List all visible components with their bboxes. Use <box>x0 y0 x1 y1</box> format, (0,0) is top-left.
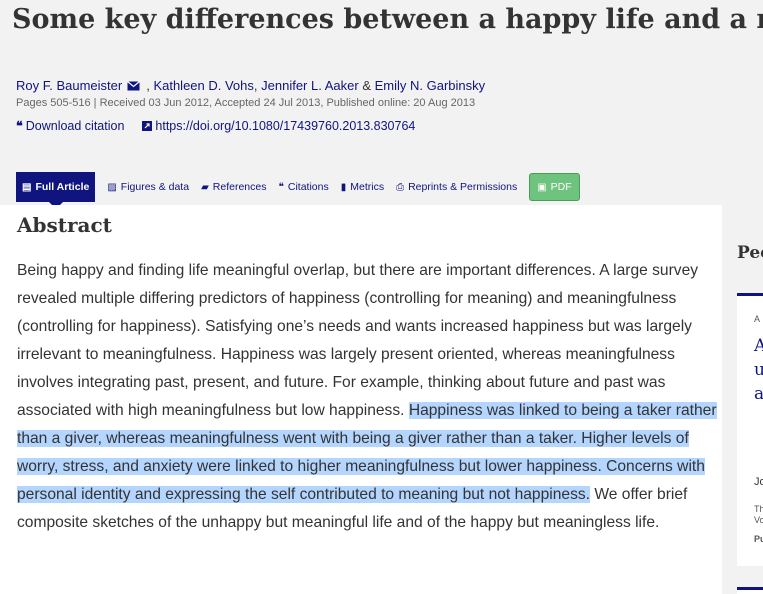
sidebar-card-text: Vo <box>754 515 763 525</box>
book-icon: ▰ <box>201 181 209 193</box>
author-link[interactable]: Kathleen D. Vohs <box>153 78 253 93</box>
sidebar-card-link[interactable]: u <box>754 360 763 380</box>
article-actions: ❝ Download citation https://doi.org/10.108… <box>16 118 433 133</box>
author-link[interactable]: Emily N. Garbinsky <box>375 78 486 93</box>
tab-label: Metrics <box>350 181 385 193</box>
sidebar-card-link[interactable]: a <box>754 384 763 404</box>
article-tabs: ▤ Full Article ▨ Figures & data ▰ Refere… <box>16 172 592 209</box>
quote-icon: ❝ <box>16 119 23 133</box>
tab-full-article[interactable]: ▤ Full Article <box>16 172 96 209</box>
sidebar-card-text: Jo <box>754 476 763 488</box>
publication-meta: Pages 505-516 | Received 03 Jun 2012, Ac… <box>16 97 476 109</box>
tab-label: Citations <box>287 181 329 193</box>
author-link[interactable]: Roy F. Baumeister <box>16 78 122 93</box>
abstract-text: Being happy and finding life meaningful … <box>17 257 717 537</box>
right-sidebar: Peo A A u a Jo Th Vo Pu <box>722 205 763 594</box>
sidebar-card[interactable] <box>737 587 763 594</box>
sidebar-card[interactable]: A A u a Jo Th Vo Pu <box>737 293 763 566</box>
tab-references[interactable]: ▰ References <box>201 172 266 202</box>
tab-citations[interactable]: ❝ Citations <box>278 172 328 202</box>
article-content: Abstract Being happy and finding life me… <box>0 205 722 594</box>
sidebar-card-label: A <box>754 314 761 324</box>
pdf-icon: ▣ <box>537 181 547 193</box>
article-page: Some key differences between a happy lif… <box>0 0 763 594</box>
sidebar-card-text: Th <box>754 504 763 514</box>
document-icon: ▤ <box>22 181 32 193</box>
doi-link[interactable]: https://doi.org/10.1080/17439760.2013.83… <box>142 119 415 133</box>
download-citation-label: Download citation <box>25 119 125 133</box>
quote-icon: ❝ <box>278 181 284 193</box>
author-separator: & <box>358 78 375 93</box>
abstract-heading: Abstract <box>17 213 112 237</box>
tab-label: Reprints & Permissions <box>408 181 518 193</box>
download-citation-link[interactable]: ❝ Download citation <box>16 119 124 133</box>
tab-label: Figures & data <box>120 181 190 193</box>
print-icon: ⎙ <box>396 181 405 193</box>
tab-reprints-permissions[interactable]: ⎙ Reprints & Permissions <box>396 172 517 202</box>
tab-figures-data[interactable]: ▨ Figures & data <box>107 172 189 202</box>
sidebar-heading: Peo <box>737 243 763 263</box>
tab-label: PDF <box>550 181 572 193</box>
bar-chart-icon: ▮ <box>340 181 347 193</box>
sidebar-card-link[interactable]: A <box>754 336 763 356</box>
abstract-text-start: Being happy and finding life meaningful … <box>17 262 699 419</box>
tab-label: References <box>212 181 267 193</box>
email-icon[interactable] <box>127 81 141 91</box>
pdf-button[interactable]: ▣ PDF <box>529 173 580 201</box>
doi-label: https://doi.org/10.1080/17439760.2013.83… <box>155 119 416 133</box>
article-title: Some key differences between a happy lif… <box>12 4 763 35</box>
tab-metrics[interactable]: ▮ Metrics <box>341 172 384 202</box>
author-list: Roy F. Baumeister, Kathleen D. Vohs, Jen… <box>16 78 485 93</box>
author-link[interactable]: Jennifer L. Aaker <box>261 78 359 93</box>
tab-label: Full Article <box>35 181 90 193</box>
external-link-icon <box>142 121 153 131</box>
sidebar-card-text: Pu <box>754 534 763 544</box>
image-icon: ▨ <box>107 181 117 193</box>
